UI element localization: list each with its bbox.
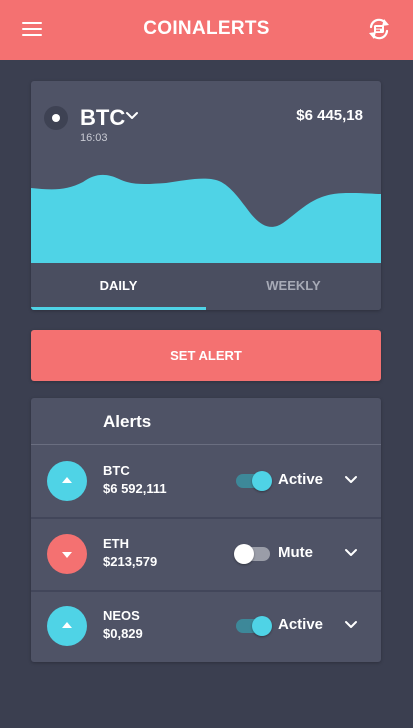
alert-toggle[interactable]: [234, 471, 272, 491]
app-header: COINALERTS: [0, 0, 413, 60]
alert-row-eth: ETH $213,579 Mute: [31, 518, 381, 590]
alert-status: Active: [278, 471, 324, 488]
chevron-down-icon[interactable]: [344, 475, 358, 485]
alert-row-btc: BTC $6 592,111 Active: [31, 445, 381, 517]
coin-price: $6 445,18: [296, 107, 363, 124]
coin-dot-icon: [44, 106, 68, 130]
price-area-chart: [31, 174, 381, 263]
tab-weekly[interactable]: WEEKLY: [206, 263, 381, 310]
alert-coin: BTC: [103, 463, 130, 478]
alert-value: $0,829: [103, 626, 143, 641]
chevron-down-icon[interactable]: [344, 548, 358, 558]
alert-direction-up: [47, 606, 87, 646]
alert-status: Active: [278, 616, 324, 633]
arrow-up-icon: [62, 622, 72, 628]
alert-toggle[interactable]: [234, 544, 272, 564]
alerts-card: Alerts BTC $6 592,111 Active ETH $213,57…: [31, 398, 381, 662]
alert-direction-down: [47, 534, 87, 574]
chevron-down-icon[interactable]: [125, 111, 139, 121]
alert-value: $6 592,111: [103, 481, 167, 496]
alert-direction-up: [47, 461, 87, 501]
tab-daily[interactable]: DAILY: [31, 263, 206, 310]
app-title: COINALERTS: [143, 18, 270, 39]
alerts-title: Alerts: [103, 412, 152, 431]
alert-row-neos: NEOS $0,829 Active: [31, 590, 381, 662]
alert-coin: ETH: [103, 536, 129, 551]
chevron-down-icon[interactable]: [344, 620, 358, 630]
active-tab-indicator: [31, 307, 206, 310]
refresh-sync-icon[interactable]: [365, 15, 393, 43]
alert-status: Mute: [278, 544, 313, 561]
set-alert-button[interactable]: SET ALERT: [31, 330, 381, 381]
coin-chart-card: BTC 16:03 $6 445,18 DAILY WEEKLY: [31, 81, 381, 310]
arrow-down-icon: [62, 552, 72, 558]
coin-name: BTC: [80, 105, 126, 130]
alert-toggle[interactable]: [234, 616, 272, 636]
arrow-up-icon: [62, 477, 72, 483]
coin-time: 16:03: [80, 132, 108, 144]
price-area: [31, 174, 381, 263]
alert-value: $213,579: [103, 554, 158, 569]
period-tabs: DAILY WEEKLY: [31, 263, 381, 310]
alert-coin: NEOS: [103, 608, 140, 623]
